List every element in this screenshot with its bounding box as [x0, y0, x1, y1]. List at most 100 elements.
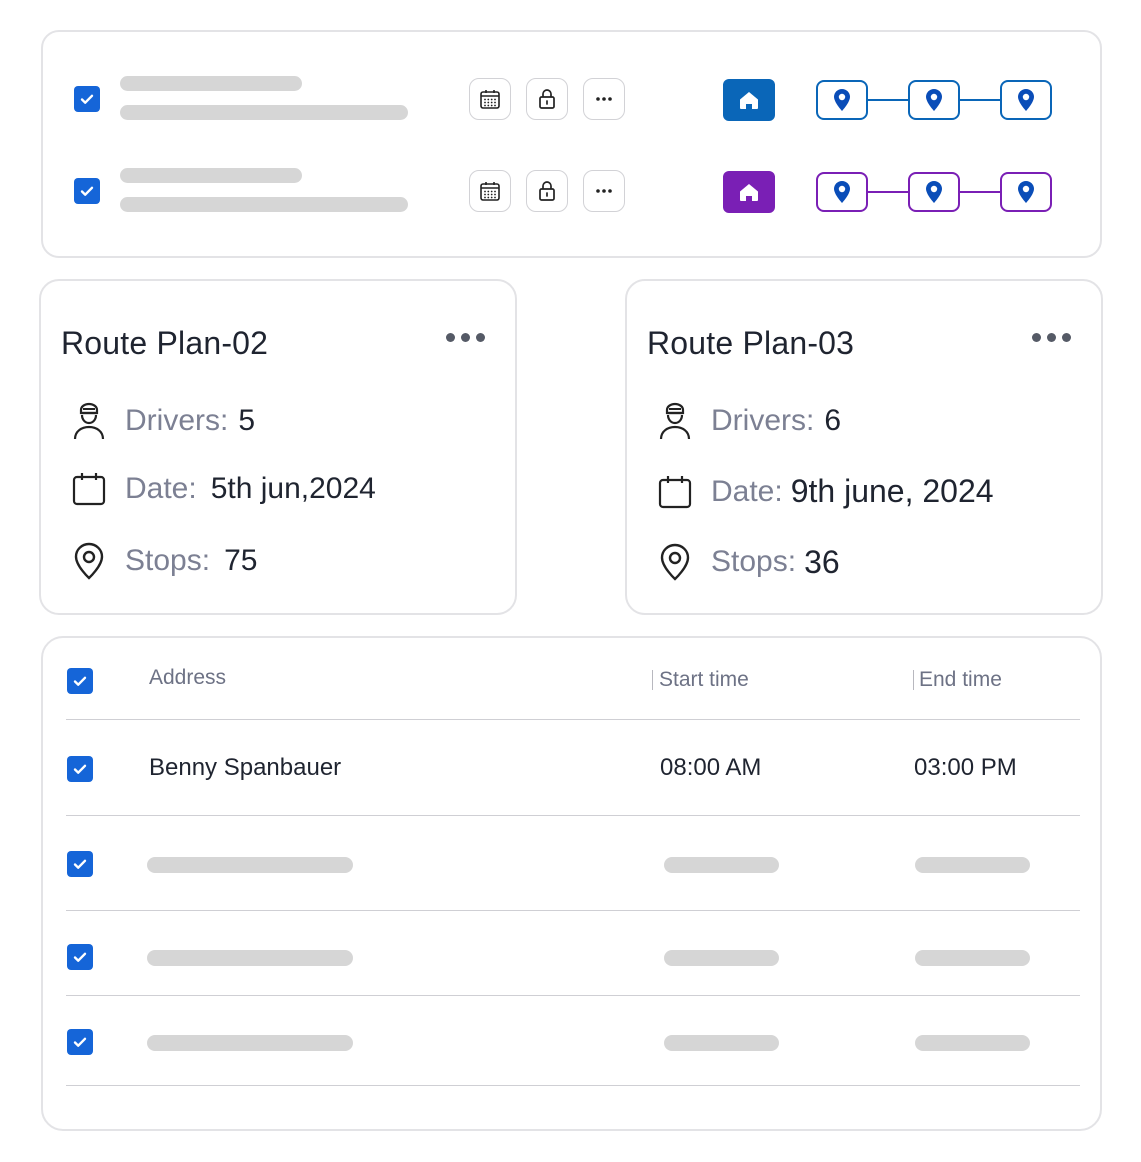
- column-separator: [652, 670, 653, 690]
- route-row-1-lock-button[interactable]: [526, 78, 568, 120]
- checkmark-icon: [80, 186, 94, 196]
- row-divider: [66, 995, 1080, 996]
- location-pin-icon: [660, 543, 690, 581]
- date-row: Date: 5th jun,2024: [71, 471, 376, 507]
- column-separator: [913, 670, 914, 690]
- home-icon: [740, 92, 758, 109]
- more-icon: [596, 97, 612, 101]
- route-row-2-connector: [960, 191, 1000, 193]
- route-row-1-stop-3[interactable]: [1000, 80, 1052, 120]
- lock-icon: [539, 89, 555, 109]
- route-row-1-title-placeholder: [120, 76, 302, 91]
- end-time-placeholder: [915, 950, 1030, 966]
- checkmark-icon: [73, 952, 87, 962]
- row-divider: [66, 910, 1080, 911]
- location-pin-icon: [1018, 181, 1034, 203]
- route-row-1-stop-1[interactable]: [816, 80, 868, 120]
- checkmark-icon: [73, 676, 87, 686]
- route-row-1-calendar-button[interactable]: [469, 78, 511, 120]
- address-placeholder: [147, 857, 353, 873]
- route-row-2-home-marker: [723, 171, 775, 213]
- start-time-placeholder: [664, 950, 779, 966]
- dot: [476, 333, 485, 342]
- drivers-value: 6: [824, 404, 842, 437]
- route-row-2-lock-button[interactable]: [526, 170, 568, 212]
- calendar-icon: [480, 90, 500, 109]
- route-row-2-connector: [868, 191, 908, 193]
- driver-icon: [659, 402, 691, 440]
- date-value: 9th june, 2024: [790, 473, 994, 509]
- more-icon: [596, 189, 612, 193]
- route-row-1-connector: [868, 99, 908, 101]
- table-row-checkbox[interactable]: [67, 851, 93, 877]
- dot: [1047, 333, 1056, 342]
- drivers-row: Drivers: 6: [657, 401, 841, 441]
- date-label: Date:: [125, 472, 197, 505]
- end-time-placeholder: [915, 1035, 1030, 1051]
- row-divider: [66, 815, 1080, 816]
- calendar-icon: [480, 182, 500, 201]
- drivers-value: 5: [238, 404, 256, 437]
- calendar-icon: [72, 473, 106, 506]
- route-row-2-checkbox[interactable]: [74, 178, 100, 204]
- stops-label: Stops:: [125, 544, 211, 577]
- address-placeholder: [147, 950, 353, 966]
- stops-value: 75: [224, 544, 258, 577]
- checkmark-icon: [73, 764, 87, 774]
- date-label: Date:: [711, 474, 783, 508]
- column-header-end-time[interactable]: End time: [919, 668, 1002, 692]
- address-placeholder: [147, 1035, 353, 1051]
- route-row-2-stop-1[interactable]: [816, 172, 868, 212]
- stops-label: Stops:: [711, 545, 797, 578]
- table-row-checkbox[interactable]: [67, 756, 93, 782]
- route-row-2-stop-2[interactable]: [908, 172, 960, 212]
- date-row: Date: 9th june, 2024: [657, 473, 994, 510]
- route-row-1-more-button[interactable]: [583, 78, 625, 120]
- driver-icon: [73, 402, 105, 440]
- stops-row: Stops: 75: [71, 541, 257, 581]
- checkmark-icon: [80, 94, 94, 104]
- date-value: 5th jun,2024: [210, 472, 376, 505]
- route-row-2-more-button[interactable]: [583, 170, 625, 212]
- route-plan-title: Route Plan-03: [647, 325, 855, 361]
- drivers-label: Drivers:: [125, 404, 229, 437]
- location-pin-icon: [834, 89, 850, 111]
- route-plan-card[interactable]: Route Plan-02 Drivers: 5 Date: 5th jun,2…: [39, 279, 517, 615]
- route-row-1-checkbox[interactable]: [74, 86, 100, 112]
- route-row-1-home-marker: [723, 79, 775, 121]
- more-options-button[interactable]: [1032, 333, 1071, 342]
- dot: [461, 333, 470, 342]
- stops-table-card: Address Start time End time Benny Spanba…: [41, 636, 1102, 1131]
- location-pin-icon: [74, 542, 104, 580]
- location-pin-icon: [926, 181, 942, 203]
- location-pin-icon: [1018, 89, 1034, 111]
- start-time-placeholder: [664, 857, 779, 873]
- table-cell-end-time: 03:00 PM: [914, 754, 1017, 781]
- route-row-2-stop-3[interactable]: [1000, 172, 1052, 212]
- route-plan-card[interactable]: Route Plan-03 Drivers: 6 Date: 9th june,…: [625, 279, 1103, 615]
- route-row-1-connector: [960, 99, 1000, 101]
- start-time-placeholder: [664, 1035, 779, 1051]
- location-pin-icon: [834, 181, 850, 203]
- table-row-checkbox[interactable]: [67, 1029, 93, 1055]
- route-row-1-stop-2[interactable]: [908, 80, 960, 120]
- stops-value: 36: [804, 543, 840, 580]
- more-options-button[interactable]: [446, 333, 485, 342]
- column-header-start-time[interactable]: Start time: [659, 668, 749, 692]
- table-cell-address: Benny Spanbauer: [149, 754, 342, 781]
- table-cell-start-time: 08:00 AM: [660, 754, 762, 781]
- select-all-checkbox[interactable]: [67, 668, 93, 694]
- calendar-icon: [658, 475, 692, 508]
- column-header-address[interactable]: Address: [149, 666, 226, 690]
- dot: [1062, 333, 1071, 342]
- route-plan-title: Route Plan-02: [61, 325, 269, 361]
- lock-icon: [539, 181, 555, 201]
- row-divider: [66, 1085, 1080, 1086]
- location-pin-icon: [926, 89, 942, 111]
- home-icon: [740, 184, 758, 201]
- table-row-checkbox[interactable]: [67, 944, 93, 970]
- header-divider: [66, 719, 1080, 720]
- checkmark-icon: [73, 859, 87, 869]
- route-row-2-calendar-button[interactable]: [469, 170, 511, 212]
- drivers-row: Drivers: 5: [71, 401, 255, 441]
